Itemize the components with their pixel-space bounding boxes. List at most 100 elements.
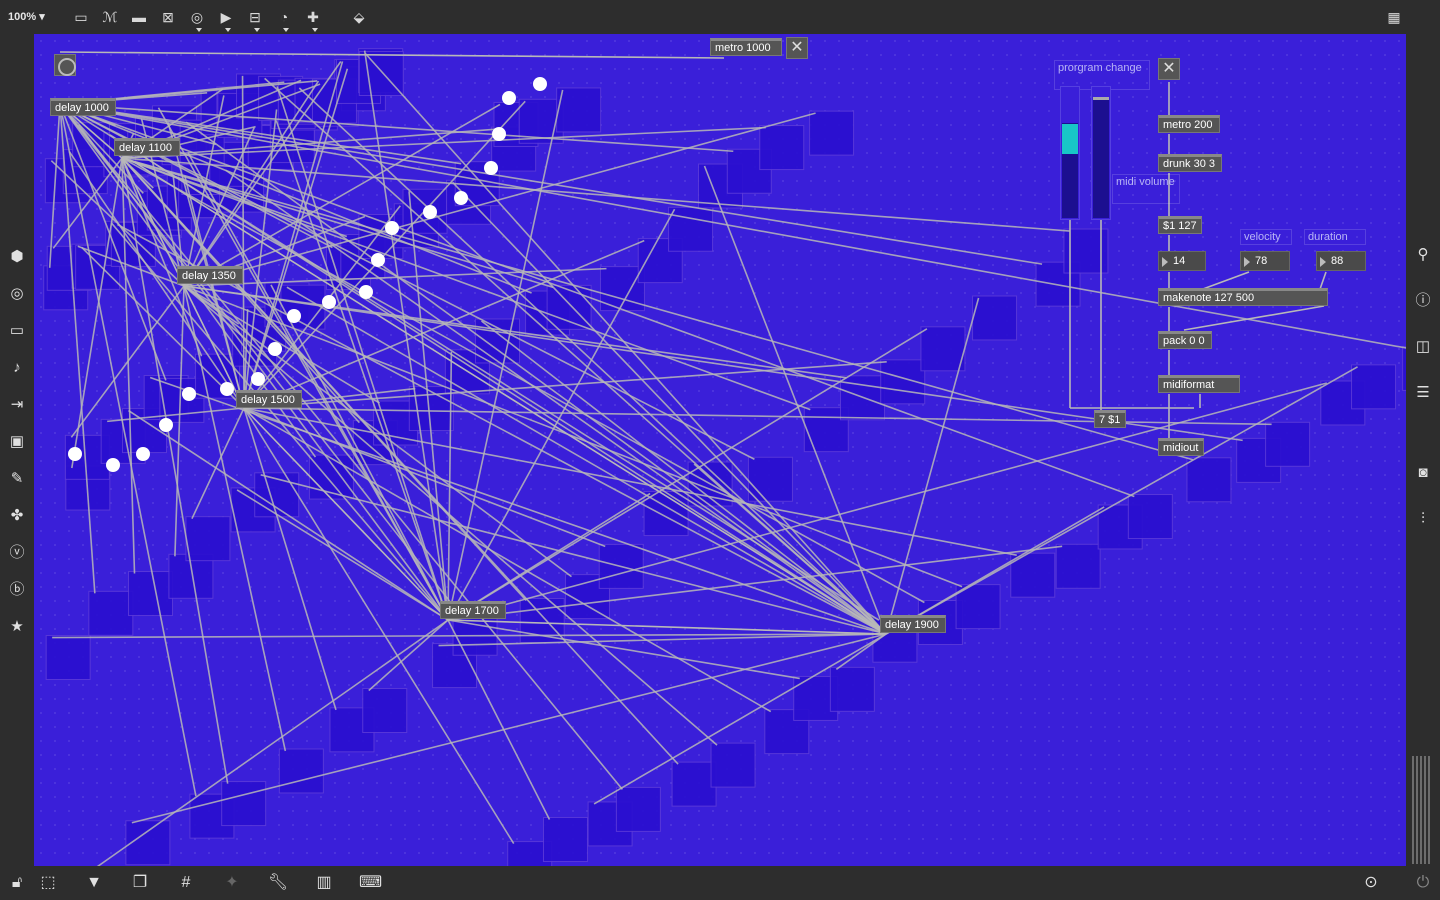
white-dot [423, 205, 437, 219]
patch-cord [1183, 305, 1325, 331]
paperclip-icon[interactable]: ✎ [6, 468, 28, 490]
message-127[interactable]: $1 127 [1158, 216, 1202, 234]
purple-box [1127, 494, 1173, 540]
midi-volume-label: midi volume [1112, 174, 1180, 204]
white-dot [492, 127, 506, 141]
midiformat-object[interactable]: midiformat [1158, 375, 1240, 393]
vizzie-icon[interactable]: ⓥ [6, 542, 28, 564]
white-dot [136, 447, 150, 461]
text-icon[interactable]: ℳ [101, 8, 119, 26]
puzzle-icon[interactable]: ✤ [6, 505, 28, 527]
package-icon[interactable]: ⬢ [6, 246, 28, 268]
delay-1350-object[interactable]: delay 1350 [177, 266, 243, 284]
program-change-slider[interactable] [1060, 86, 1080, 220]
layers-icon[interactable]: ❐ [129, 872, 151, 894]
white-dot [106, 458, 120, 472]
comment-bubble-icon[interactable]: ▼ [83, 872, 105, 894]
grid-icon[interactable]: # [175, 872, 197, 894]
metro-200-toggle[interactable]: ✕ [1158, 58, 1180, 80]
camera-icon[interactable]: ◙ [1412, 462, 1434, 484]
comment-icon[interactable]: ▬ [130, 8, 148, 26]
left-sidebar: ⬢ ◎ ▭ ♪ ⇥ ▣ ✎ ✤ ⓥ ⓑ ★ [0, 34, 34, 866]
image-icon[interactable]: ▣ [6, 431, 28, 453]
purple-box [1055, 543, 1101, 589]
delay-1500-object[interactable]: delay 1500 [236, 390, 302, 408]
purple-box [556, 87, 602, 133]
purple-box [1265, 421, 1311, 467]
white-dot [220, 382, 234, 396]
search-icon[interactable]: ⚲ [1412, 244, 1434, 266]
transport-play-icon[interactable]: ⊙ [1360, 872, 1382, 894]
piano-icon[interactable]: ▥ [313, 872, 335, 894]
patch-cord [243, 361, 887, 409]
velocity-label: velocity [1240, 229, 1292, 245]
delay-1900-object[interactable]: delay 1900 [880, 615, 946, 633]
target-icon[interactable]: ◎ [6, 283, 28, 305]
music-note-icon[interactable]: ♪ [6, 357, 28, 379]
delay-1000-object[interactable]: delay 1000 [50, 98, 116, 116]
lock-icon[interactable]: 🔓︎ [6, 872, 28, 894]
zoom-menu[interactable]: 100% ▾ [8, 10, 45, 23]
paint-bucket-icon[interactable]: ⬙ [350, 8, 368, 26]
keyboard-icon[interactable]: ⌨ [359, 872, 382, 894]
white-dot [159, 418, 173, 432]
purple-box [615, 786, 661, 832]
purple-box [668, 206, 714, 252]
patch-cord [885, 366, 1358, 635]
patch-cord [183, 285, 1243, 442]
purple-box [542, 817, 588, 863]
white-dot [287, 309, 301, 323]
pack-object[interactable]: pack 0 0 [1158, 331, 1212, 349]
snap-icon[interactable]: ✦ [221, 872, 243, 894]
wrench-icon[interactable]: 🔧︎ [267, 872, 289, 894]
purple-box [185, 516, 231, 562]
bottom-toolbar: 🔓︎ ⬚ ▼ ❐ # ✦ 🔧︎ ▥ ⌨ ⊙ ⏻ [0, 866, 1440, 900]
velocity-number-box[interactable]: 78 [1240, 251, 1290, 271]
star-icon[interactable]: ★ [6, 616, 28, 638]
beap-icon[interactable]: ⓑ [6, 579, 28, 601]
add-object-icon[interactable]: ✚ [304, 8, 322, 32]
pitch-number-box[interactable]: 14 [1158, 251, 1206, 271]
midiout-object[interactable]: midiout [1158, 438, 1204, 456]
sequence-icon[interactable]: ⇥ [6, 394, 28, 416]
book-icon[interactable]: ◫ [1412, 336, 1434, 358]
start-bang[interactable] [54, 54, 76, 76]
patcher-canvas[interactable]: metro 1000 ✕ delay 1000 delay 1100 delay… [34, 34, 1406, 866]
delay-1100-object[interactable]: delay 1100 [114, 138, 180, 156]
right-sidebar: ⚲ ⓘ ◫ ☰ ◙ ⫶ [1406, 34, 1440, 866]
midi-volume-slider[interactable] [1091, 86, 1111, 220]
mixer-icon[interactable]: ⫶ [1412, 508, 1434, 530]
drunk-object[interactable]: drunk 30 3 [1158, 154, 1222, 172]
dial-icon[interactable]: ◔ [275, 8, 293, 32]
button-icon[interactable]: ◎ [188, 8, 206, 32]
metro-200-object[interactable]: metro 200 [1158, 115, 1220, 133]
panel-icon[interactable]: ▭ [6, 320, 28, 342]
purple-box [1186, 457, 1232, 503]
info-icon[interactable]: ⓘ [1412, 290, 1434, 312]
power-icon[interactable]: ⏻ [1412, 872, 1434, 894]
slider-icon[interactable]: ⊟ [246, 8, 264, 32]
purple-box [278, 748, 324, 794]
purple-box [88, 590, 134, 636]
duration-number-box[interactable]: 88 [1316, 251, 1366, 271]
list-icon[interactable]: ☰ [1412, 382, 1434, 404]
purple-box [671, 761, 717, 807]
makenote-object[interactable]: makenote 127 500 [1158, 288, 1328, 306]
white-dot [182, 387, 196, 401]
white-dot [371, 253, 385, 267]
purple-box [920, 326, 966, 372]
purple-box [710, 742, 756, 788]
presentation-mode-icon[interactable]: ⬚ [37, 872, 59, 894]
presentation-icon[interactable]: ▭ [72, 8, 90, 26]
white-dot [268, 342, 282, 356]
message-7[interactable]: 7 $1 [1094, 410, 1126, 428]
main-toggle[interactable]: ✕ [786, 37, 808, 59]
metro-1000-object[interactable]: metro 1000 [710, 38, 782, 56]
purple-box [474, 318, 520, 364]
play-icon[interactable]: ▶ [217, 8, 235, 32]
purple-box [759, 125, 805, 171]
grid-dots-icon[interactable]: ▦ [1382, 8, 1406, 26]
duration-label: duration [1304, 229, 1366, 245]
delay-1700-object[interactable]: delay 1700 [440, 601, 506, 619]
toggle-icon[interactable]: ⊠ [159, 8, 177, 26]
